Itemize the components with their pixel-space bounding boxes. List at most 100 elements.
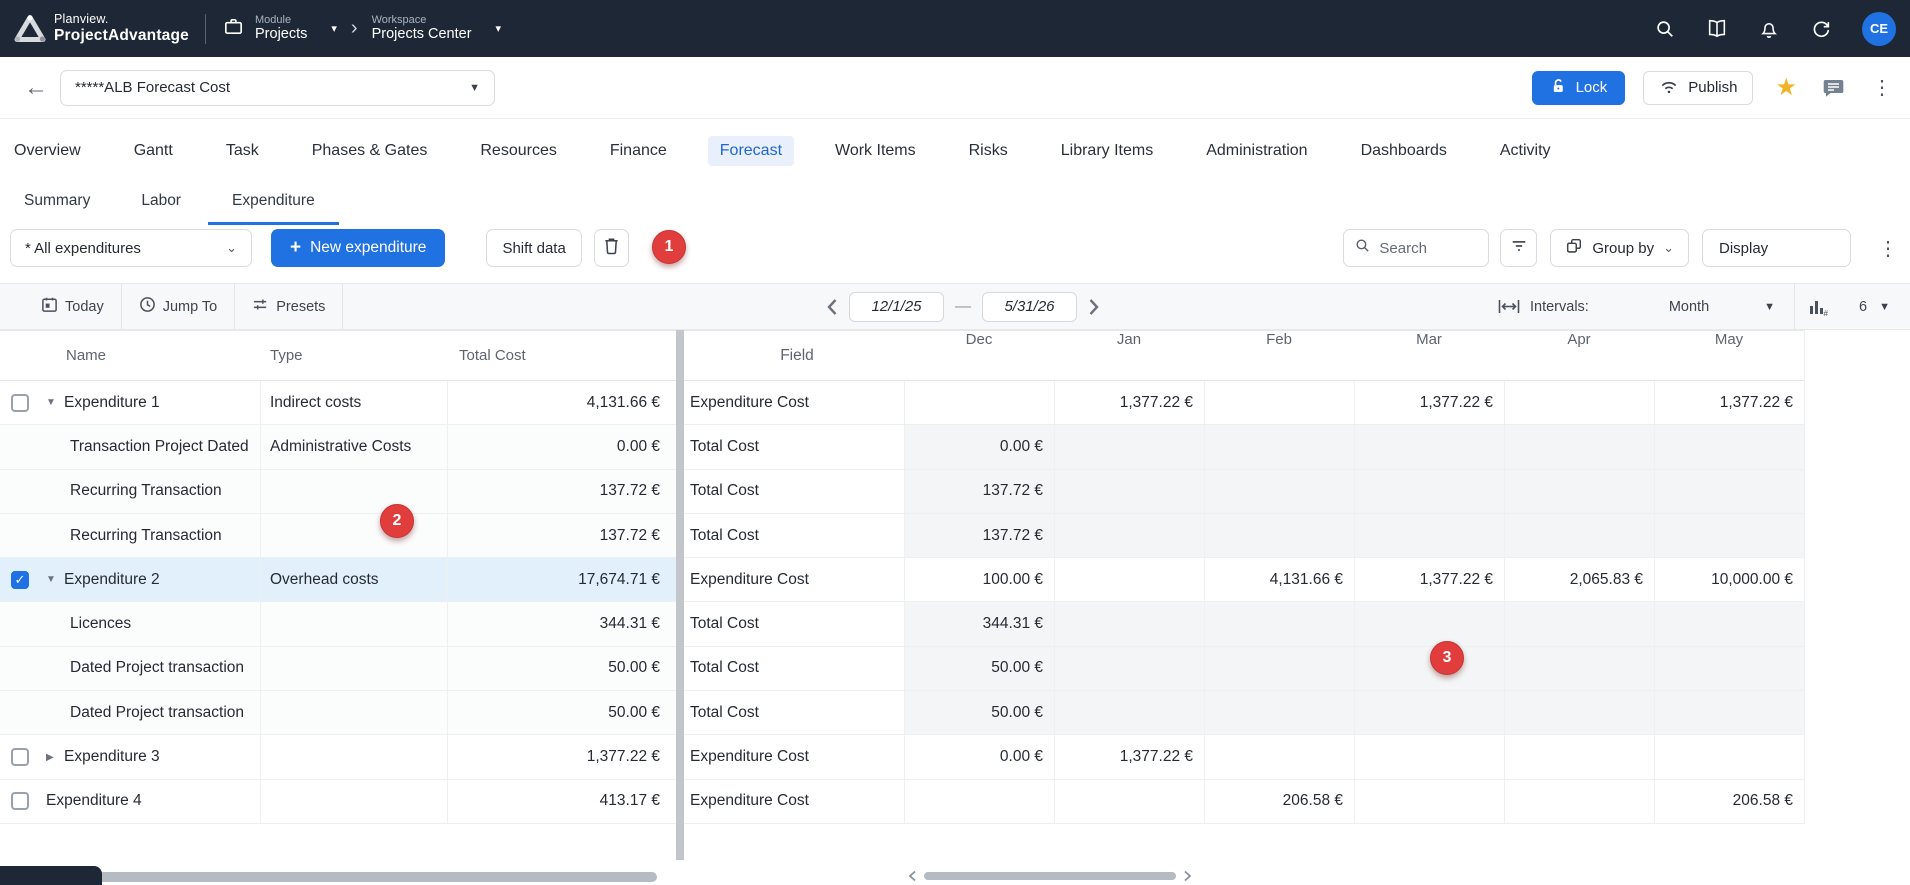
scroll-right-arrow-icon[interactable] <box>1183 870 1192 882</box>
name-cell[interactable]: ▶Expenditure 3 <box>40 735 261 778</box>
search-input[interactable] <box>1379 240 1469 257</box>
month-value-cell[interactable] <box>1654 602 1804 645</box>
month-value-cell[interactable] <box>1054 647 1204 690</box>
row-checkbox[interactable] <box>11 792 29 810</box>
table-row[interactable]: Licences344.31 € <box>0 602 676 646</box>
total-cost-cell[interactable]: 137.72 € <box>448 527 676 545</box>
month-value-cell[interactable] <box>1054 470 1204 513</box>
lock-button[interactable]: Lock <box>1532 71 1626 105</box>
tab-work-items[interactable]: Work Items <box>823 136 928 166</box>
subtab-expenditure[interactable]: Expenditure <box>208 184 339 225</box>
month-value-cell[interactable] <box>1204 470 1354 513</box>
display-button[interactable]: Display <box>1702 229 1851 267</box>
name-cell[interactable]: ▼Expenditure 1 <box>40 381 261 424</box>
expenditure-filter-dropdown[interactable]: * All expenditures ⌄ <box>10 229 252 267</box>
month-value-cell[interactable] <box>1054 425 1204 468</box>
month-value-cell[interactable] <box>1204 425 1354 468</box>
name-cell[interactable]: Licences <box>40 602 261 645</box>
tab-resources[interactable]: Resources <box>468 136 568 166</box>
month-value-cell[interactable] <box>904 780 1054 823</box>
chevron-down-icon[interactable]: ▼ <box>1879 301 1890 313</box>
table-row[interactable]: Expenditure 4413.17 € <box>0 780 676 824</box>
month-value-cell[interactable] <box>1354 470 1504 513</box>
tab-forecast[interactable]: Forecast <box>708 136 794 166</box>
month-value-cell[interactable] <box>1504 602 1654 645</box>
tab-activity[interactable]: Activity <box>1488 136 1563 166</box>
table-row[interactable]: ▶Expenditure 3 1,377.22 € <box>0 735 676 779</box>
interval-unit-value[interactable]: Month <box>1669 299 1709 315</box>
scroll-left-arrow-icon[interactable] <box>908 870 917 882</box>
month-value-cell[interactable] <box>1204 647 1354 690</box>
publish-button[interactable]: Publish <box>1643 71 1753 105</box>
month-value-cell[interactable]: 1,377.22 € <box>1354 558 1504 601</box>
month-value-cell[interactable] <box>1204 602 1354 645</box>
refresh-icon[interactable] <box>1810 18 1832 40</box>
module-selector[interactable]: Module Projects ▾ <box>222 14 337 43</box>
name-cell[interactable]: Recurring Transaction <box>40 470 261 513</box>
month-value-cell[interactable] <box>1354 514 1504 557</box>
tab-phases-gates[interactable]: Phases & Gates <box>300 136 440 166</box>
month-value-cell[interactable] <box>1054 602 1204 645</box>
total-cost-cell[interactable]: 1,377.22 € <box>448 748 676 766</box>
tab-dashboards[interactable]: Dashboards <box>1349 136 1459 166</box>
type-cell[interactable]: Indirect costs <box>261 381 448 424</box>
month-value-cell[interactable] <box>1204 381 1354 424</box>
month-value-cell[interactable] <box>1654 647 1804 690</box>
new-expenditure-button[interactable]: + New expenditure <box>271 229 445 267</box>
month-value-cell[interactable]: 2,065.83 € <box>1504 558 1654 601</box>
type-cell[interactable]: Administrative Costs <box>261 425 448 468</box>
subtab-labor[interactable]: Labor <box>117 184 205 225</box>
month-value-cell[interactable] <box>1354 735 1504 778</box>
group-by-button[interactable]: Group by ⌄ <box>1550 229 1689 267</box>
month-value-cell[interactable]: 50.00 € <box>904 647 1054 690</box>
month-value-cell[interactable] <box>1504 514 1654 557</box>
month-value-cell[interactable] <box>1204 735 1354 778</box>
month-value-cell[interactable] <box>1504 425 1654 468</box>
month-value-cell[interactable] <box>1354 425 1504 468</box>
month-value-cell[interactable] <box>1504 780 1654 823</box>
name-cell[interactable]: Dated Project transaction <box>40 647 261 690</box>
total-cost-cell[interactable]: 413.17 € <box>448 792 676 810</box>
type-cell[interactable] <box>261 602 448 645</box>
workspace-selector[interactable]: Workspace Projects Center ▾ <box>372 14 501 43</box>
next-period-chevron-icon[interactable] <box>1088 298 1100 316</box>
tab-gantt[interactable]: Gantt <box>122 136 185 166</box>
month-value-cell[interactable]: 206.58 € <box>1654 780 1804 823</box>
total-cost-cell[interactable]: 50.00 € <box>448 704 676 722</box>
delete-button[interactable] <box>594 229 629 267</box>
name-cell[interactable]: Dated Project transaction <box>40 691 261 734</box>
name-cell[interactable]: Recurring Transaction <box>40 514 261 557</box>
filter-button[interactable] <box>1500 229 1537 267</box>
type-cell[interactable] <box>261 780 448 823</box>
toolbar-kebab-icon[interactable]: ⋮ <box>1878 236 1898 261</box>
total-cost-cell[interactable]: 4,131.66 € <box>448 394 676 412</box>
today-button[interactable]: Today <box>24 284 122 329</box>
total-cost-cell[interactable]: 17,674.71 € <box>448 571 676 589</box>
month-value-cell[interactable] <box>1504 470 1654 513</box>
jump-to-button[interactable]: Jump To <box>122 284 236 329</box>
month-value-cell[interactable] <box>1654 514 1804 557</box>
table-row[interactable]: Dated Project transaction 50.00 € <box>0 691 676 735</box>
type-cell[interactable] <box>261 647 448 690</box>
month-value-cell[interactable] <box>1354 780 1504 823</box>
table-row[interactable]: Recurring Transaction 137.72 € <box>0 514 676 558</box>
tab-finance[interactable]: Finance <box>598 136 679 166</box>
month-value-cell[interactable]: 1,377.22 € <box>1654 381 1804 424</box>
table-row[interactable]: Dated Project transaction50.00 € <box>0 647 676 691</box>
type-cell[interactable] <box>261 514 448 557</box>
help-book-icon[interactable] <box>1706 18 1728 40</box>
row-checkbox[interactable] <box>11 394 29 412</box>
month-value-cell[interactable] <box>1354 691 1504 734</box>
name-cell[interactable]: ▼Expenditure 2 <box>40 558 261 601</box>
subtab-summary[interactable]: Summary <box>0 184 114 225</box>
row-checkbox[interactable]: ✓ <box>11 571 29 589</box>
more-options-kebab-icon[interactable]: ⋮ <box>1872 75 1892 100</box>
month-value-cell[interactable] <box>1654 470 1804 513</box>
month-value-cell[interactable] <box>1054 514 1204 557</box>
month-value-cell[interactable] <box>1504 381 1654 424</box>
back-arrow-icon[interactable]: ← <box>24 76 48 100</box>
tab-overview[interactable]: Overview <box>2 136 93 166</box>
row-checkbox[interactable] <box>11 748 29 766</box>
scrollbar-thumb[interactable] <box>924 872 1176 880</box>
comments-icon[interactable] <box>1821 76 1846 100</box>
